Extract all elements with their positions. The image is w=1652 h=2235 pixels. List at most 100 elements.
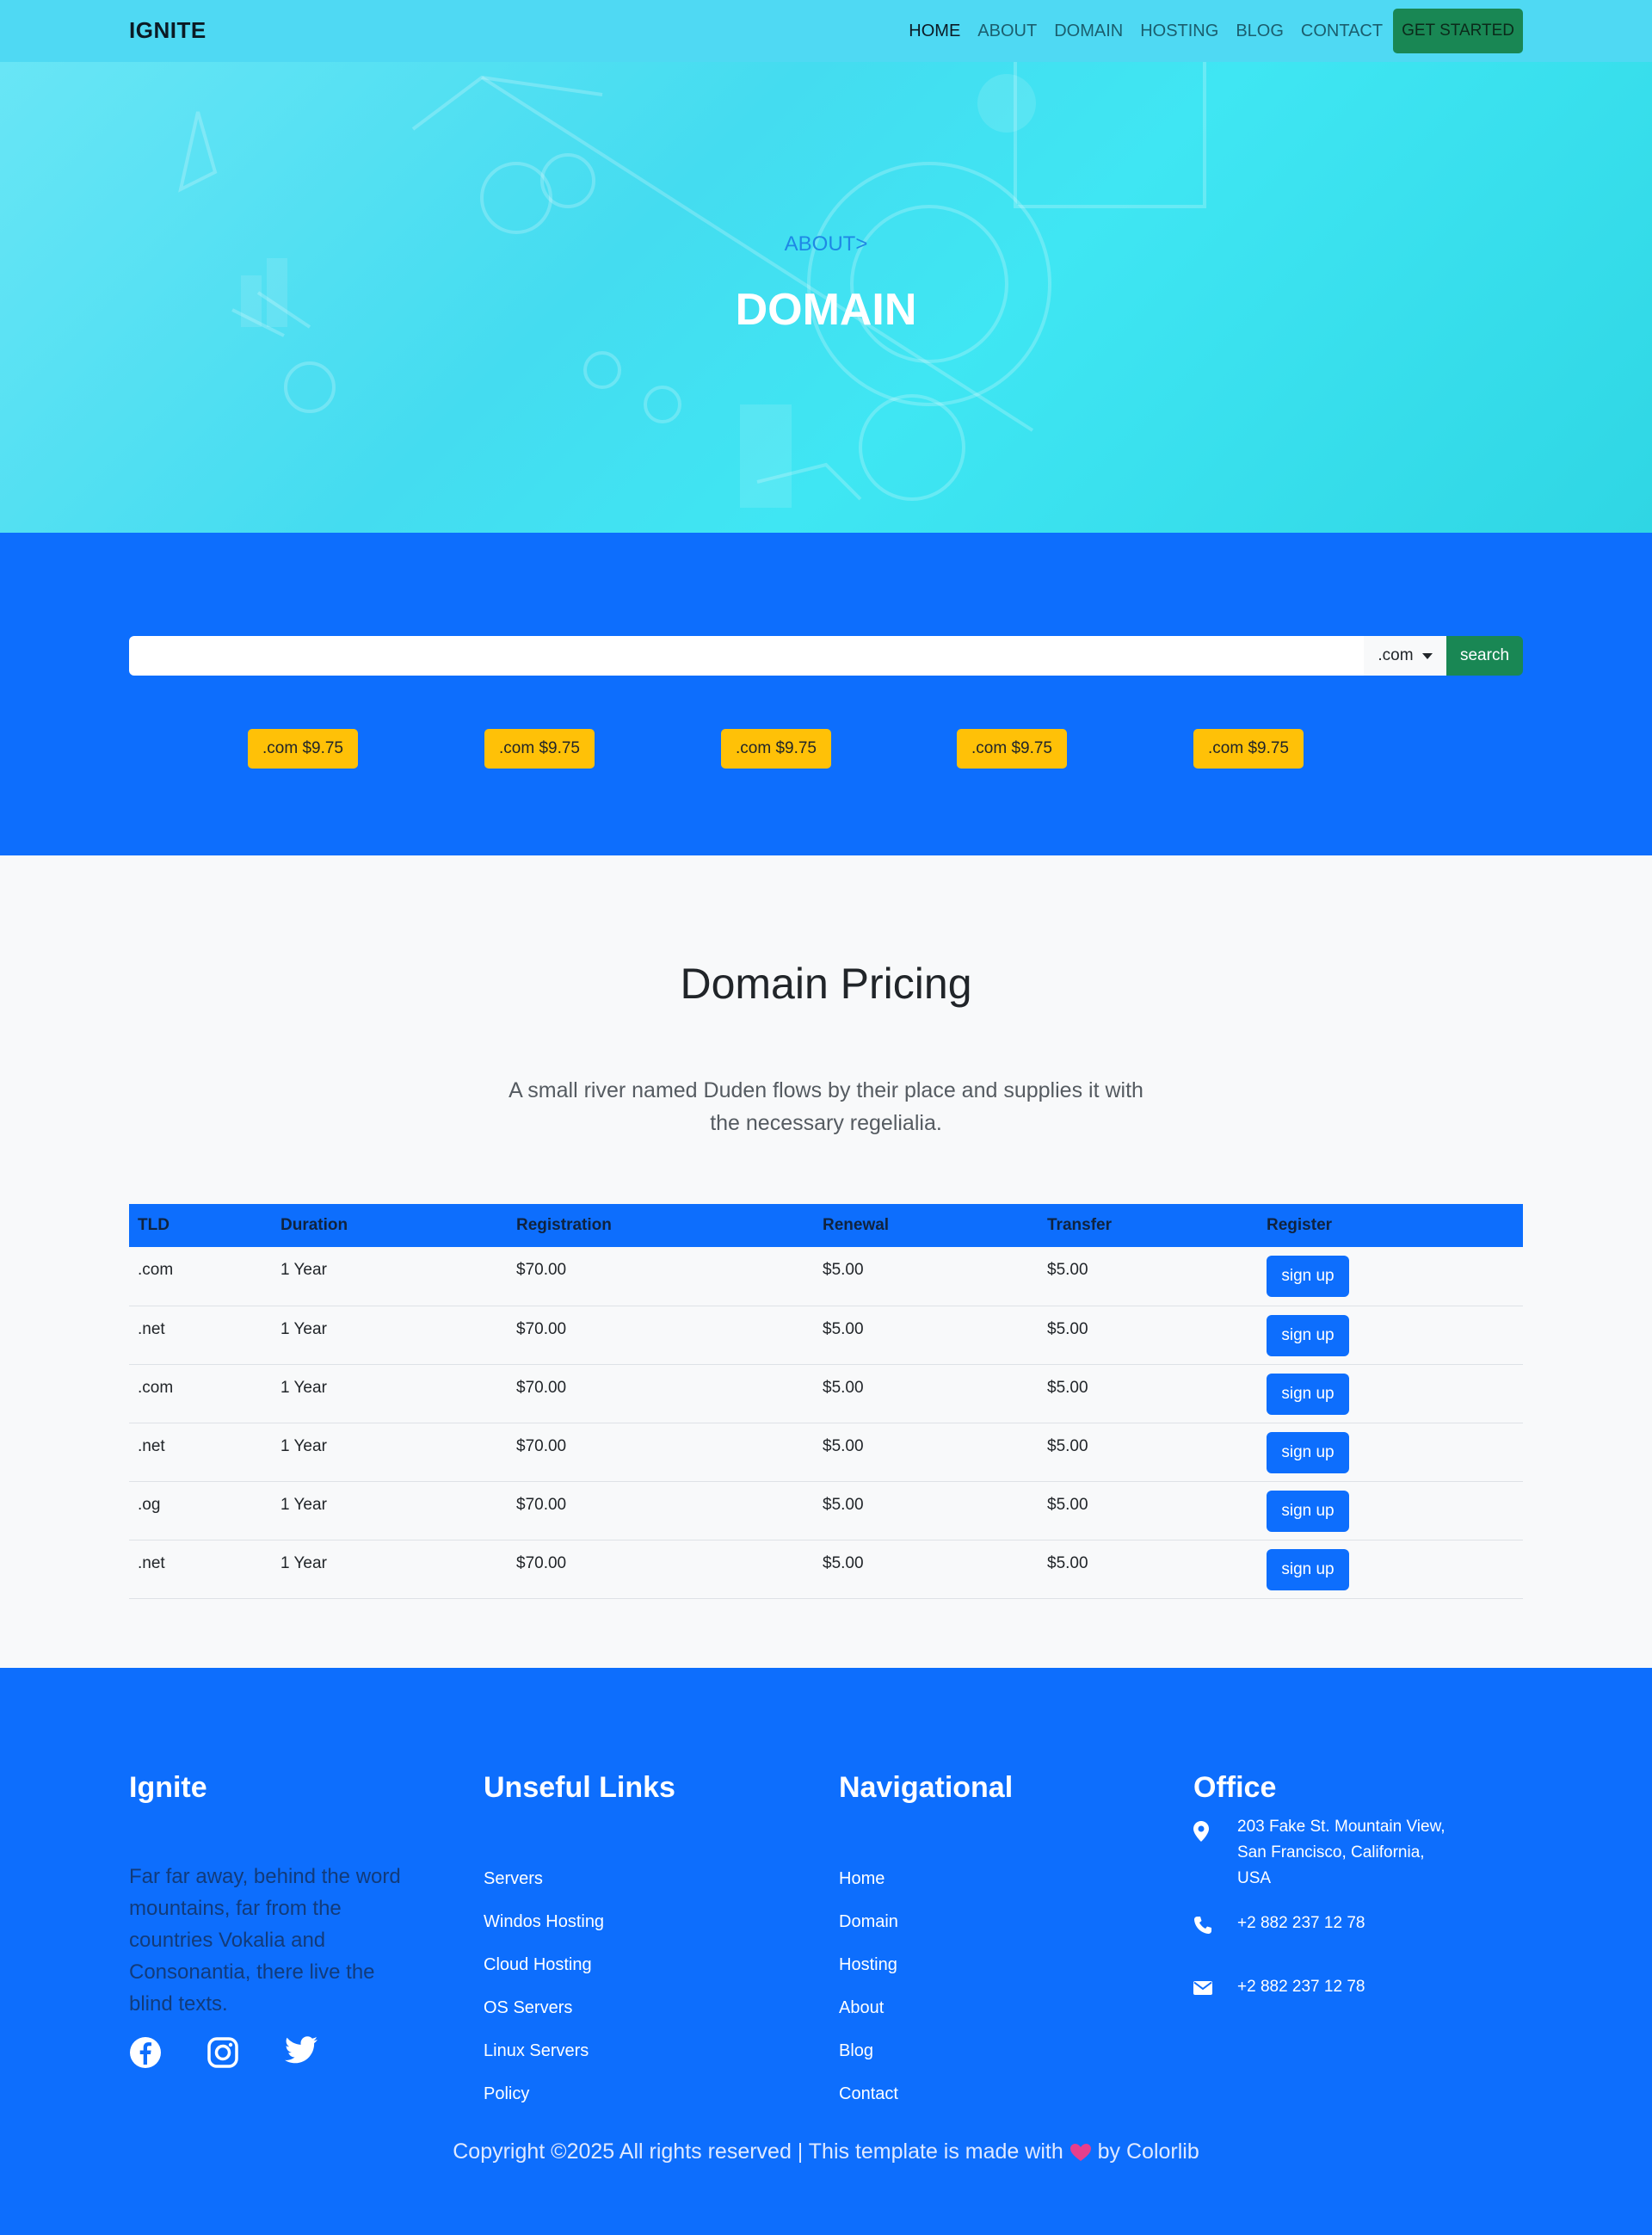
cell-duration: 1 Year bbox=[272, 1306, 508, 1365]
nav-links: HOME ABOUT DOMAIN HOSTING BLOG CONTACT G… bbox=[891, 9, 1523, 53]
table-row: .net 1 Year $70.00 $5.00 $5.00 sign up bbox=[129, 1423, 1523, 1482]
social-links bbox=[129, 2036, 318, 2069]
map-pin-icon bbox=[1193, 1821, 1209, 1842]
cell-renewal: $5.00 bbox=[814, 1364, 1039, 1423]
domain-search-section: .com search .com $9.75 .com $9.75 .com $… bbox=[0, 533, 1652, 855]
sign-up-button[interactable]: sign up bbox=[1267, 1256, 1349, 1297]
price-tag[interactable]: .com $9.75 bbox=[484, 729, 595, 769]
column-header-renewal: Renewal bbox=[814, 1204, 1039, 1247]
tld-dropdown[interactable]: .com bbox=[1364, 636, 1446, 676]
sign-up-button[interactable]: sign up bbox=[1267, 1314, 1349, 1356]
domain-search-input[interactable] bbox=[129, 636, 1364, 676]
nav-link-about[interactable]: ABOUT bbox=[977, 9, 1037, 53]
cell-tld: .com bbox=[129, 1247, 272, 1306]
cell-register: sign up bbox=[1258, 1306, 1523, 1365]
footer-link-os-servers[interactable]: OS Servers bbox=[484, 1998, 572, 2018]
cell-tld: .og bbox=[129, 1481, 272, 1540]
cell-duration: 1 Year bbox=[272, 1247, 508, 1306]
navbar: IGNITE HOME ABOUT DOMAIN HOSTING BLOG CO… bbox=[0, 0, 1652, 62]
cell-register: sign up bbox=[1258, 1540, 1523, 1599]
price-tag[interactable]: .com $9.75 bbox=[957, 729, 1067, 769]
envelope-icon bbox=[1193, 1981, 1212, 1995]
footer-nav-hosting[interactable]: Hosting bbox=[839, 1955, 897, 1975]
table-row: .og 1 Year $70.00 $5.00 $5.00 sign up bbox=[129, 1481, 1523, 1540]
footer-nav-about[interactable]: About bbox=[839, 1998, 884, 2018]
footer-nav-blog[interactable]: Blog bbox=[839, 2041, 873, 2061]
colorlib-link[interactable]: by Colorlib bbox=[1098, 2139, 1199, 2164]
footer-link-linux-servers[interactable]: Linux Servers bbox=[484, 2041, 589, 2061]
footer: Ignite Far far away, behind the word mou… bbox=[0, 1668, 1652, 2235]
column-header-register: Register bbox=[1258, 1204, 1523, 1247]
copyright-text: Copyright ©2025 All rights reserved | Th… bbox=[453, 2139, 1063, 2164]
cell-transfer: $5.00 bbox=[1039, 1423, 1258, 1482]
instagram-icon[interactable] bbox=[206, 2036, 239, 2069]
nav-link-home[interactable]: HOME bbox=[909, 9, 960, 53]
cell-duration: 1 Year bbox=[272, 1540, 508, 1599]
domain-search-bar: .com search bbox=[129, 636, 1523, 676]
pricing-table: TLD Duration Registration Renewal Transf… bbox=[129, 1204, 1523, 1599]
footer-link-policy[interactable]: Policy bbox=[484, 2084, 529, 2104]
cell-register: sign up bbox=[1258, 1364, 1523, 1423]
cell-tld: .com bbox=[129, 1364, 272, 1423]
cell-registration: $70.00 bbox=[508, 1481, 814, 1540]
cell-transfer: $5.00 bbox=[1039, 1247, 1258, 1306]
copyright: Copyright ©2025 All rights reserved | Th… bbox=[0, 2139, 1652, 2164]
cell-registration: $70.00 bbox=[508, 1423, 814, 1482]
footer-link-servers[interactable]: Servers bbox=[484, 1869, 543, 1889]
footer-nav-home[interactable]: Home bbox=[839, 1869, 885, 1889]
footer-nav-contact[interactable]: Contact bbox=[839, 2084, 898, 2104]
cell-duration: 1 Year bbox=[272, 1423, 508, 1482]
cell-registration: $70.00 bbox=[508, 1247, 814, 1306]
table-row: .com 1 Year $70.00 $5.00 $5.00 sign up bbox=[129, 1364, 1523, 1423]
nav-link-blog[interactable]: BLOG bbox=[1236, 9, 1284, 53]
cell-tld: .net bbox=[129, 1540, 272, 1599]
column-header-registration: Registration bbox=[508, 1204, 814, 1247]
cell-renewal: $5.00 bbox=[814, 1540, 1039, 1599]
nav-link-hosting[interactable]: HOSTING bbox=[1140, 9, 1218, 53]
tld-selected-value: .com bbox=[1378, 646, 1414, 664]
page-title: DOMAIN bbox=[735, 285, 917, 335]
breadcrumb[interactable]: ABOUT> bbox=[0, 232, 1652, 256]
office-phone[interactable]: +2 882 237 12 78 bbox=[1237, 1911, 1461, 1936]
footer-navigational: Navigational bbox=[839, 1771, 1013, 1805]
footer-useful-links: Unseful Links bbox=[484, 1771, 675, 1805]
cell-register: sign up bbox=[1258, 1247, 1523, 1306]
price-tag[interactable]: .com $9.75 bbox=[1193, 729, 1304, 769]
column-header-transfer: Transfer bbox=[1039, 1204, 1258, 1247]
cell-renewal: $5.00 bbox=[814, 1306, 1039, 1365]
sign-up-button[interactable]: sign up bbox=[1267, 1431, 1349, 1473]
table-row: .net 1 Year $70.00 $5.00 $5.00 sign up bbox=[129, 1540, 1523, 1599]
footer-about-text: Far far away, behind the word mountains,… bbox=[129, 1865, 401, 2016]
price-tag[interactable]: .com $9.75 bbox=[721, 729, 831, 769]
sign-up-button[interactable]: sign up bbox=[1267, 1373, 1349, 1415]
twitter-icon[interactable] bbox=[284, 2036, 318, 2065]
domain-pricing-section: Domain Pricing A small river named Duden… bbox=[0, 855, 1652, 1668]
hero-section bbox=[0, 0, 1652, 533]
sign-up-button[interactable]: sign up bbox=[1267, 1548, 1349, 1590]
footer-link-cloud-hosting[interactable]: Cloud Hosting bbox=[484, 1955, 592, 1975]
office-email[interactable]: +2 882 237 12 78 bbox=[1237, 1974, 1461, 2000]
section-description: A small river named Duden flows by their… bbox=[509, 1078, 1143, 1135]
sign-up-button[interactable]: sign up bbox=[1267, 1490, 1349, 1532]
column-header-tld: TLD bbox=[129, 1204, 272, 1247]
cell-transfer: $5.00 bbox=[1039, 1364, 1258, 1423]
footer-heading-ignite: Ignite bbox=[129, 1771, 207, 1804]
get-started-button[interactable]: GET STARTED bbox=[1393, 9, 1523, 53]
facebook-icon[interactable] bbox=[129, 2036, 162, 2069]
nav-link-domain[interactable]: DOMAIN bbox=[1054, 9, 1123, 53]
caret-down-icon bbox=[1421, 652, 1433, 659]
cell-renewal: $5.00 bbox=[814, 1481, 1039, 1540]
price-tag[interactable]: .com $9.75 bbox=[248, 729, 358, 769]
nav-link-contact[interactable]: CONTACT bbox=[1301, 9, 1383, 53]
cell-registration: $70.00 bbox=[508, 1306, 814, 1365]
cell-renewal: $5.00 bbox=[814, 1423, 1039, 1482]
footer-link-windos-hosting[interactable]: Windos Hosting bbox=[484, 1912, 604, 1932]
cell-tld: .net bbox=[129, 1306, 272, 1365]
search-button[interactable]: search bbox=[1446, 636, 1523, 676]
cell-renewal: $5.00 bbox=[814, 1247, 1039, 1306]
brand-logo[interactable]: IGNITE bbox=[129, 17, 206, 44]
cell-duration: 1 Year bbox=[272, 1364, 508, 1423]
footer-nav-domain[interactable]: Domain bbox=[839, 1912, 898, 1932]
section-title: Domain Pricing bbox=[680, 960, 972, 1008]
cell-registration: $70.00 bbox=[508, 1364, 814, 1423]
